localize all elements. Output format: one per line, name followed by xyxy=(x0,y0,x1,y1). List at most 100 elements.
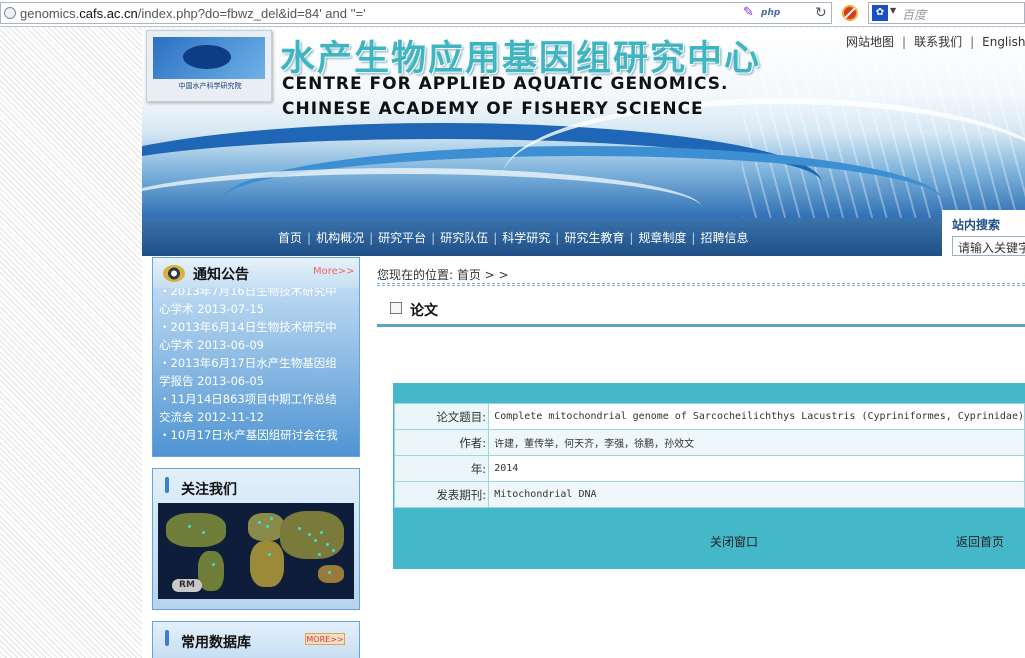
notice-item[interactable]: ・2013年6月14日生物技术研究中心学术 2013-06-09 xyxy=(159,318,345,354)
paw-icon[interactable]: ✿ xyxy=(872,5,888,21)
visitor-dot xyxy=(328,571,331,574)
title-bar-decoration xyxy=(165,630,169,646)
table-row: 年: 2014 xyxy=(393,455,1025,482)
contact-link[interactable]: 联系我们 xyxy=(914,35,962,49)
rm-badge: RM xyxy=(172,579,202,592)
follow-panel: 关注我们 RM xyxy=(152,468,360,610)
separator: | xyxy=(431,231,436,245)
authors-value: 许建，董传举，何天齐，李强，徐鹏，孙效文 xyxy=(488,429,1025,456)
url-text[interactable]: genomics.cafs.ac.cn/index.php?do=fbwz_de… xyxy=(20,6,366,21)
logo[interactable]: 中国水产科学研究院 xyxy=(146,30,272,102)
nav-item-rules[interactable]: 规章制度 xyxy=(638,229,686,246)
section-title: 论文 xyxy=(410,303,438,319)
visitor-dot xyxy=(266,525,269,528)
paper-detail-table: 论文题目: Complete mitochondrial genome of S… xyxy=(393,403,1025,508)
nav-item-platform[interactable]: 研究平台 xyxy=(378,229,426,246)
continent-africa xyxy=(250,541,284,587)
notice-title: 通知公告 xyxy=(193,267,249,283)
table-row: 作者: 许建，董传举，何天齐，李强，徐鹏，孙效文 xyxy=(393,429,1025,456)
field-label: 发表期刊: xyxy=(393,481,490,508)
detail-header-bar xyxy=(393,383,1025,403)
title-bar-decoration xyxy=(165,477,169,493)
fish-icon xyxy=(183,45,231,69)
paper-detail-box: 论文题目: Complete mitochondrial genome of S… xyxy=(393,383,1025,569)
browser-search-placeholder: 百度 xyxy=(902,8,927,22)
php-icon[interactable]: php xyxy=(761,6,795,20)
field-label: 年: xyxy=(393,455,490,482)
main-nav: 首页 | 机构概况 | 研究平台 | 研究队伍 | 科学研究 | 研究生教育 | 规章制度 | 招聘信息 xyxy=(142,218,942,256)
logo-emblem xyxy=(153,37,265,79)
site-search: 站内搜索 请输入关键字 xyxy=(942,210,1025,256)
visitor-dot xyxy=(212,563,215,566)
nav-item-education[interactable]: 研究生教育 xyxy=(564,229,624,246)
notice-item[interactable]: ・2013年7月16日生物技术研究中心学术 2013-07-15 xyxy=(159,288,345,318)
section-divider xyxy=(377,324,1025,327)
document-icon xyxy=(390,302,402,314)
reload-icon[interactable]: ↻ xyxy=(815,5,829,21)
logo-text: 中国水产科学研究院 xyxy=(178,82,242,90)
notice-list: ・2013年7月16日生物技术研究中心学术 2013-07-15 ・2013年6… xyxy=(159,288,345,456)
visitor-dot xyxy=(308,533,311,536)
visitor-dot xyxy=(202,531,205,534)
visitor-dot xyxy=(326,543,329,546)
visitor-dot xyxy=(298,527,301,530)
nav-item-home[interactable]: 首页 xyxy=(278,229,302,246)
follow-title: 关注我们 xyxy=(181,482,237,498)
globe-icon xyxy=(4,7,16,19)
table-row: 论文题目: Complete mitochondrial genome of S… xyxy=(393,403,1025,430)
notice-panel: 通知公告 More>> ・2013年7月16日生物技术研究中心学术 2013-0… xyxy=(152,257,360,457)
url-domain: cafs.ac.cn xyxy=(79,6,138,21)
continent-north-america xyxy=(166,513,226,547)
year-value: 2014 xyxy=(488,455,1025,482)
browser-toolbar: genomics.cafs.ac.cn/index.php?do=fbwz_de… xyxy=(0,0,1025,27)
visitor-dot xyxy=(332,549,335,552)
paper-title-value: Complete mitochondrial genome of Sarcoch… xyxy=(488,403,1025,430)
separator: | xyxy=(629,231,634,245)
notice-item[interactable]: ・10月17日水产基因组研讨会在我 xyxy=(159,426,345,444)
visitor-dot xyxy=(268,553,271,556)
sitemap-link[interactable]: 网站地图 xyxy=(846,35,894,49)
site-title-en-line1: CENTRE FOR APPLIED AQUATIC GENOMICS. xyxy=(282,74,729,94)
database-title: 常用数据库 xyxy=(181,635,251,651)
url-path: /index.php?do=fbwz_del&id=84' and ''=' xyxy=(137,6,366,21)
visitor-dot xyxy=(270,517,273,520)
notice-more-link[interactable]: More>> xyxy=(313,266,355,277)
site-search-title: 站内搜索 xyxy=(952,218,1001,232)
journal-value: Mitochondrial DNA xyxy=(488,481,1025,508)
back-home-link[interactable]: 返回首页 xyxy=(956,533,1004,550)
notice-header: 通知公告 More>> xyxy=(153,258,359,288)
nav-item-jobs[interactable]: 招聘信息 xyxy=(700,229,748,246)
visitor-dot xyxy=(318,553,321,556)
visitor-dot xyxy=(320,531,323,534)
visitor-dot xyxy=(314,539,317,542)
english-link[interactable]: English xyxy=(982,35,1025,49)
nav-item-team[interactable]: 研究队伍 xyxy=(440,229,488,246)
site-search-input[interactable]: 请输入关键字 xyxy=(952,236,1025,256)
separator: | xyxy=(493,231,498,245)
breadcrumb: 您现在的位置: 首页 > > xyxy=(377,268,509,282)
banner: 中国水产科学研究院 水产生物应用基因组研究中心 CENTRE FOR APPLI… xyxy=(142,28,1025,218)
table-row: 发表期刊: Mitochondrial DNA xyxy=(393,481,1025,508)
database-more-button[interactable]: MORE>> xyxy=(305,633,345,645)
separator: | xyxy=(970,35,975,49)
address-bar[interactable]: genomics.cafs.ac.cn/index.php?do=fbwz_de… xyxy=(0,2,832,24)
divider xyxy=(377,283,1025,286)
nav-item-research[interactable]: 科学研究 xyxy=(502,229,550,246)
visitor-dot xyxy=(188,525,191,528)
chevron-down-icon[interactable]: ▼ xyxy=(890,6,896,15)
continent-asia xyxy=(280,511,344,559)
speaker-icon xyxy=(163,265,185,282)
feather-icon[interactable]: ✎ xyxy=(743,6,757,20)
browser-search-box[interactable]: ✿ ▼ 百度 xyxy=(868,2,1025,24)
block-icon[interactable] xyxy=(842,5,858,21)
notice-item[interactable]: ・2013年6月17日水产生物基因组学报告 2013-06-05 xyxy=(159,354,345,390)
notice-item[interactable]: ・11月14日863项目中期工作总结交流会 2012-11-12 xyxy=(159,390,345,426)
visitor-world-map[interactable]: RM xyxy=(158,503,354,599)
nav-item-about[interactable]: 机构概况 xyxy=(316,229,364,246)
site-container: 中国水产科学研究院 水产生物应用基因组研究中心 CENTRE FOR APPLI… xyxy=(142,28,1025,658)
close-window-link[interactable]: 关闭窗口 xyxy=(710,533,758,550)
separator: | xyxy=(307,231,312,245)
separator: | xyxy=(555,231,560,245)
separator: | xyxy=(369,231,374,245)
field-label: 作者: xyxy=(393,429,490,456)
